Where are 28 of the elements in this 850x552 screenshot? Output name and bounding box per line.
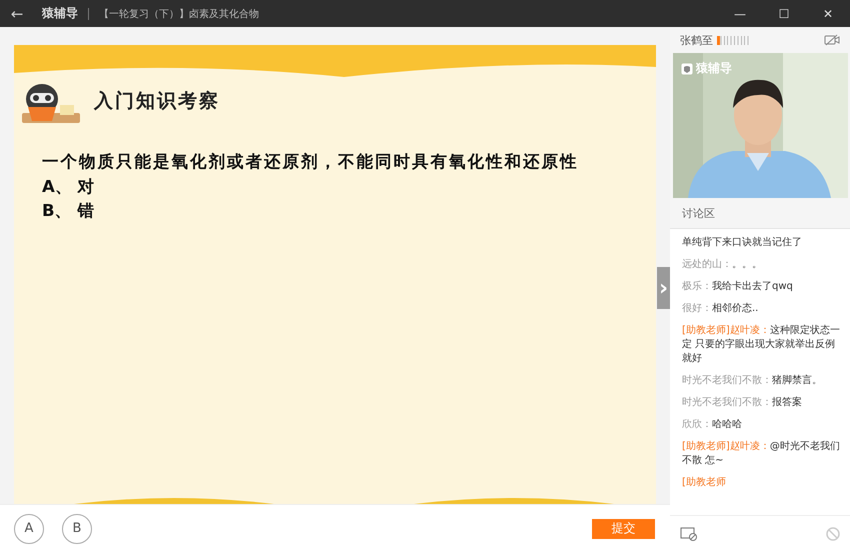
- chat-message: [助教老师]赵叶凌：这种限定状态一定 只要的字眼出现大家就举出反例就好: [682, 324, 841, 366]
- chat-message: 很好：相邻价态..: [682, 302, 760, 316]
- discussion-title: 讨论区: [682, 206, 715, 220]
- image-off-icon[interactable]: [680, 527, 698, 541]
- question-text: 一个物质只能是氧化剂或者还原剂，不能同时具有氧化性和还原性: [42, 151, 580, 173]
- option-text: A、 对: [42, 176, 96, 198]
- window-title: 【一轮复习（下）】卤素及其化合物: [99, 8, 259, 20]
- chat-message: 远处的山：。。。: [682, 258, 763, 272]
- close-button[interactable]: ✕: [806, 6, 850, 20]
- maximize-button[interactable]: ☐: [762, 6, 806, 20]
- chat-message: [助教老师: [682, 476, 727, 490]
- camera-off-icon[interactable]: [824, 34, 840, 46]
- video-logo: 猿辅导: [696, 60, 732, 77]
- chat-message: 时光不老我们不散：报答案: [682, 396, 803, 410]
- app-name: 猿辅导: [42, 5, 78, 22]
- answer-choice[interactable]: B: [62, 514, 92, 544]
- minimize-button[interactable]: —: [718, 6, 762, 20]
- logo-icon: [681, 62, 693, 74]
- option-text: B、 错: [42, 200, 96, 222]
- chat-message: 时光不老我们不散：猪脚禁言。: [682, 374, 823, 388]
- teacher-name: 张鹤至: [680, 32, 713, 48]
- chat-message: 欣欣：哈哈哈: [682, 418, 743, 432]
- back-button[interactable]: ←: [0, 4, 34, 22]
- chat-message: [助教老师]赵叶凌：@时光不老我们不散 怎~: [682, 440, 841, 468]
- answer-choice[interactable]: A: [14, 514, 44, 544]
- slide-heading: 入门知识考察: [94, 89, 220, 114]
- chat-message: 极乐：我给卡出去了qwq: [682, 280, 794, 294]
- chat-message: 单纯背下来口诀就当记住了: [682, 236, 803, 250]
